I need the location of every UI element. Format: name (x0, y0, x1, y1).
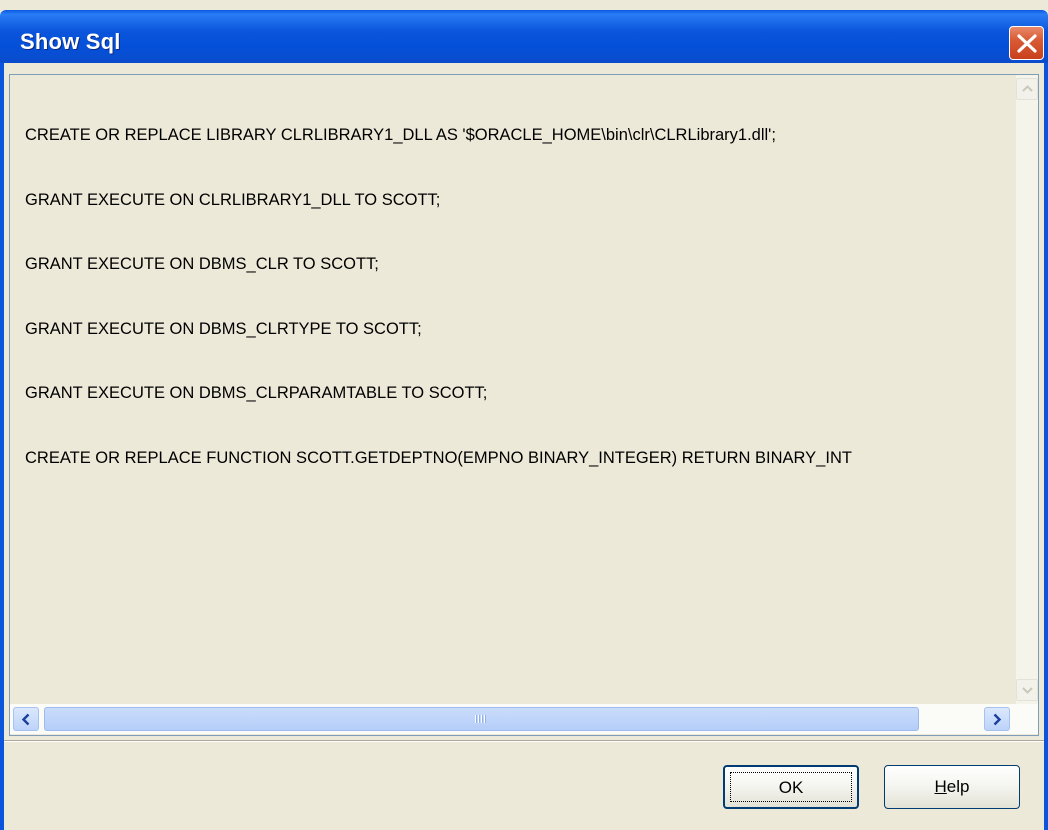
chevron-up-icon (1022, 85, 1033, 92)
window-title: Show Sql (20, 29, 121, 54)
divider (4, 740, 1044, 742)
chevron-down-icon (1022, 687, 1033, 694)
scroll-down-button[interactable] (1016, 679, 1038, 701)
scroll-up-button[interactable] (1016, 78, 1038, 100)
close-button[interactable] (1009, 26, 1044, 60)
title-bar[interactable]: Show Sql (0, 10, 1048, 63)
horizontal-scroll-thumb[interactable] (44, 707, 919, 731)
help-button[interactable]: Help (884, 765, 1020, 809)
sql-line: GRANT EXECUTE ON DBMS_CLRPARAMTABLE TO S… (25, 384, 488, 402)
help-button-label: Help (935, 777, 970, 796)
sql-text-area[interactable]: CREATE OR REPLACE LIBRARY CLRLIBRARY1_DL… (9, 74, 1039, 736)
sql-line: GRANT EXECUTE ON DBMS_CLRTYPE TO SCOTT; (25, 319, 422, 338)
close-icon (1017, 34, 1037, 53)
sql-line: GRANT EXECUTE ON CLRLIBRARY1_DLL TO SCOT… (25, 190, 441, 209)
sql-line: GRANT EXECUTE ON DBMS_CLR TO SCOTT; (25, 255, 379, 273)
help-mnemonic: H (934, 777, 947, 796)
chevron-right-icon (993, 713, 1002, 726)
vertical-scrollbar[interactable] (1016, 75, 1038, 704)
sql-line: CREATE OR REPLACE FUNCTION SCOTT.GETDEPT… (25, 448, 852, 467)
scroll-grip (475, 715, 489, 725)
ok-button[interactable]: OK (723, 765, 859, 809)
ok-button-label: OK (778, 778, 804, 797)
scroll-right-button[interactable] (984, 707, 1010, 731)
horizontal-scrollbar[interactable] (10, 704, 1038, 734)
chevron-left-icon (21, 713, 30, 726)
scroll-left-button[interactable] (13, 707, 39, 731)
help-label-rest: elp (946, 777, 970, 796)
sql-text: CREATE OR REPLACE LIBRARY CLRLIBRARY1_DL… (25, 82, 1015, 512)
sql-line: CREATE OR REPLACE LIBRARY CLRLIBRARY1_DL… (25, 126, 776, 144)
